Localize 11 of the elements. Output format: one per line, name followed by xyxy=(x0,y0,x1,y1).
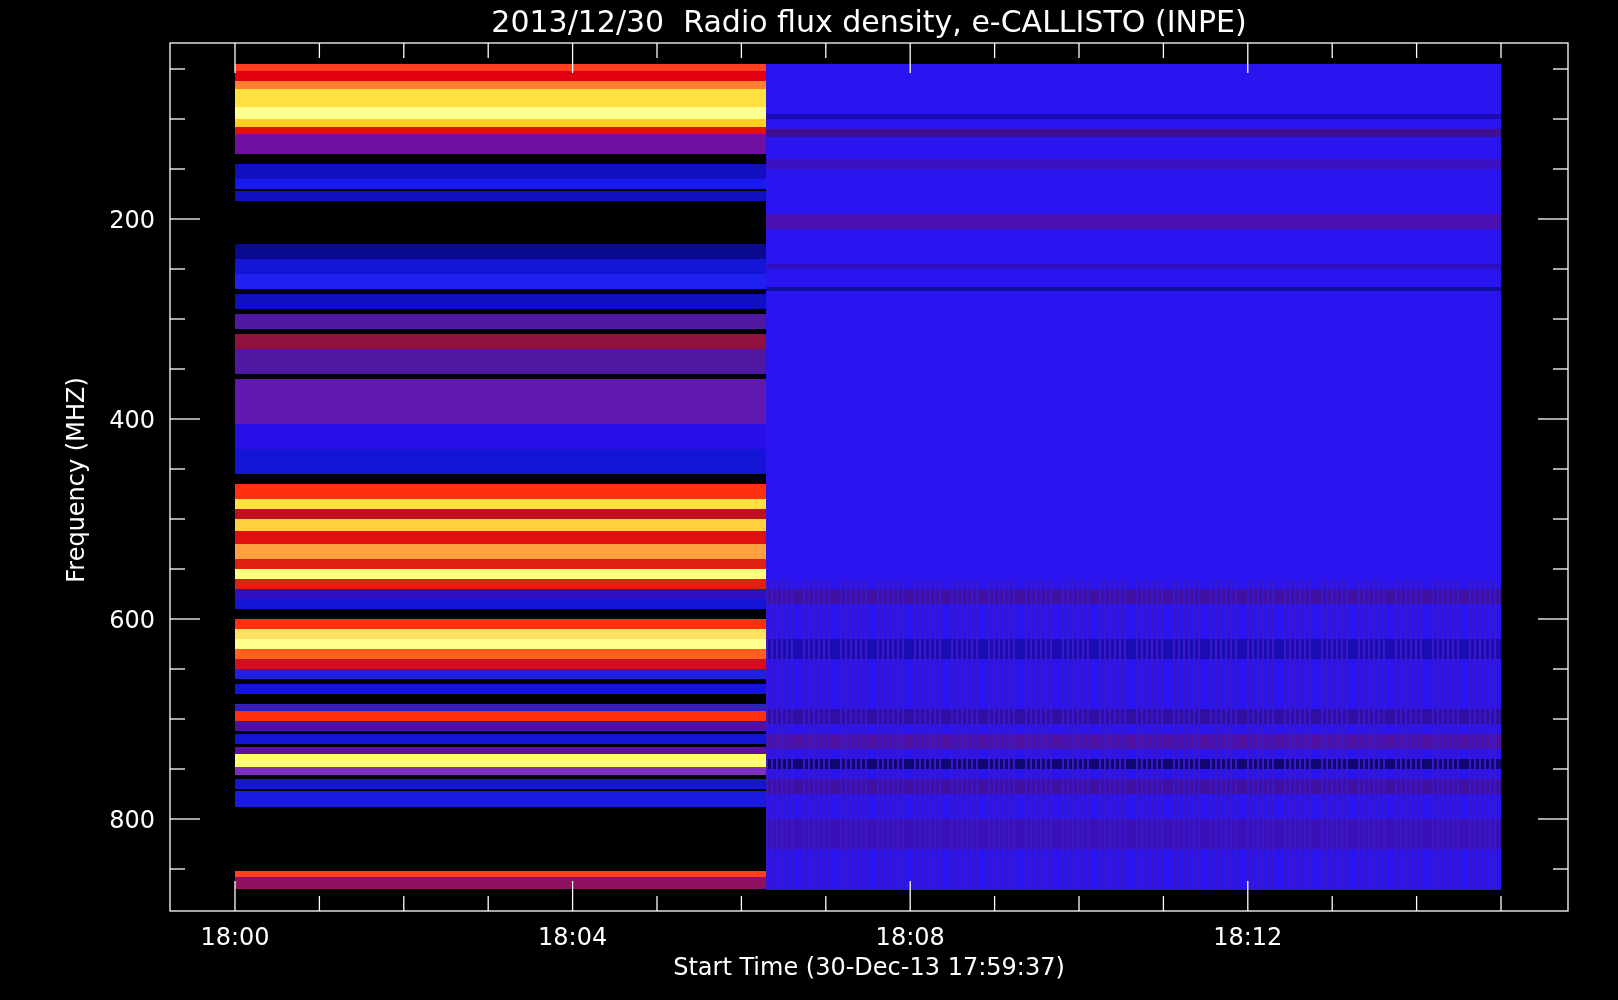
y-tick-label: 200 xyxy=(109,206,155,234)
x-tick-label: 18:08 xyxy=(875,923,945,951)
x-tick-label: 18:04 xyxy=(538,923,608,951)
y-tick-label: 800 xyxy=(109,806,155,834)
y-tick-label: 400 xyxy=(109,406,155,434)
x-axis-label: Start Time (30-Dec-13 17:59:37) xyxy=(673,953,1065,981)
x-tick-label: 18:12 xyxy=(1213,923,1283,951)
y-axis-label: Frequency (MHZ) xyxy=(62,377,90,583)
x-tick-label: 18:00 xyxy=(200,923,270,951)
y-tick-label: 600 xyxy=(109,606,155,634)
chart-title: 2013/12/30 Radio flux density, e-CALLISTO (INPE) xyxy=(491,4,1247,39)
